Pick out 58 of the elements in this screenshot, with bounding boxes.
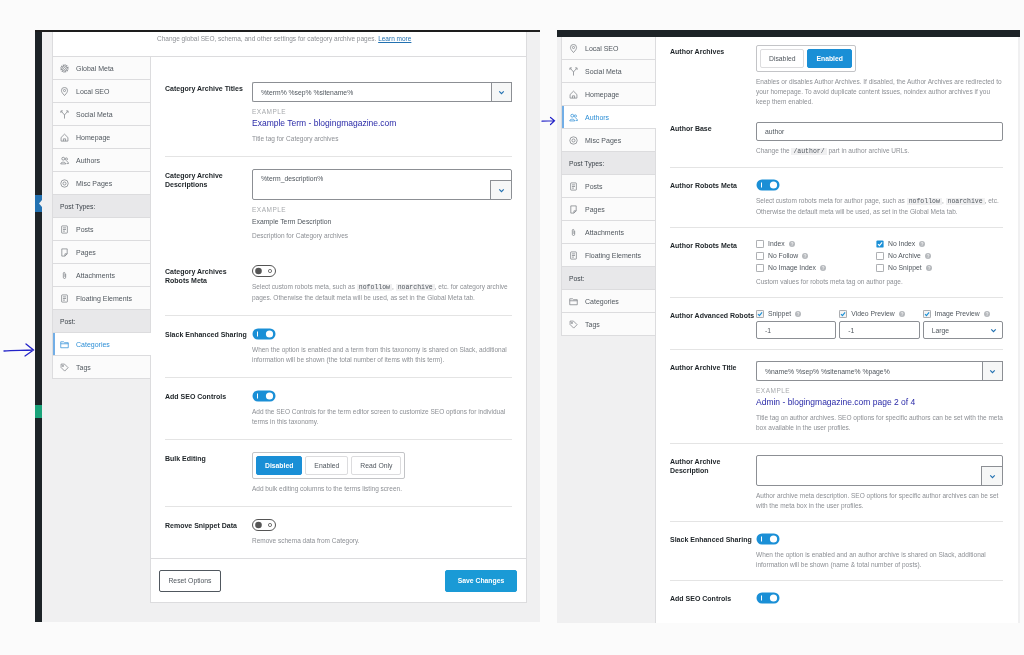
marker-icon: [35, 405, 42, 418]
circle-icon: [569, 135, 578, 145]
checkbox[interactable]: [756, 309, 764, 318]
checkbox[interactable]: [922, 309, 931, 318]
checkbox[interactable]: [756, 251, 764, 260]
circle-icon: [60, 178, 69, 188]
checkbox[interactable]: [839, 309, 848, 318]
help-icon: [898, 310, 905, 317]
help-icon: [820, 264, 826, 271]
users-icon: [60, 155, 69, 165]
example-title: Example Term - blogingmagazine.com: [252, 118, 397, 129]
checkbox[interactable]: [876, 239, 884, 248]
checkbox[interactable]: [756, 239, 764, 248]
checkbox[interactable]: [876, 251, 884, 260]
arrow-icon: [541, 116, 556, 126]
home-icon: [60, 132, 69, 142]
checkbox[interactable]: [756, 263, 764, 272]
arrow-icon: [3, 342, 35, 358]
help-icon: [788, 240, 795, 247]
toggle-switch[interactable]: [252, 390, 276, 402]
location-pin-icon: [569, 43, 578, 53]
document-icon: [60, 224, 69, 234]
page-icon: [569, 204, 578, 214]
textarea-field[interactable]: [756, 455, 1003, 486]
toggle-switch[interactable]: [252, 519, 276, 531]
page-icon: [60, 247, 69, 257]
folder-icon: [60, 339, 69, 349]
toggle-switch[interactable]: [252, 265, 276, 277]
checkbox[interactable]: [876, 263, 884, 272]
toggle-switch[interactable]: [756, 179, 780, 191]
help-icon: [983, 310, 990, 317]
dropdown-button[interactable]: [981, 466, 1002, 485]
toggle-switch[interactable]: [252, 328, 276, 340]
toggle-switch[interactable]: [756, 533, 780, 545]
help-icon: [795, 310, 802, 317]
tag-icon: [569, 319, 578, 329]
paperclip-icon: [60, 270, 69, 280]
folder-icon: [569, 296, 578, 306]
document-icon: [60, 293, 69, 303]
dropdown-button[interactable]: [491, 82, 512, 102]
dropdown-button[interactable]: [982, 361, 1003, 381]
tag-icon: [60, 362, 69, 372]
paperclip-icon: [569, 227, 578, 237]
branch-icon: [569, 66, 578, 76]
users-icon: [569, 112, 578, 122]
gear-icon: [60, 63, 69, 73]
location-pin-icon: [60, 86, 69, 96]
dropdown-button[interactable]: [490, 180, 511, 199]
help-icon: [802, 252, 809, 259]
toggle-switch[interactable]: [756, 592, 780, 604]
document-icon: [569, 250, 578, 260]
home-icon: [569, 89, 578, 99]
help-icon: [925, 264, 932, 271]
document-icon: [569, 181, 578, 191]
branch-icon: [60, 109, 69, 119]
help-icon: [924, 252, 931, 259]
help-icon: [919, 240, 926, 247]
example-title: Admin - blogingmagazine.com page 2 of 4: [756, 397, 916, 408]
